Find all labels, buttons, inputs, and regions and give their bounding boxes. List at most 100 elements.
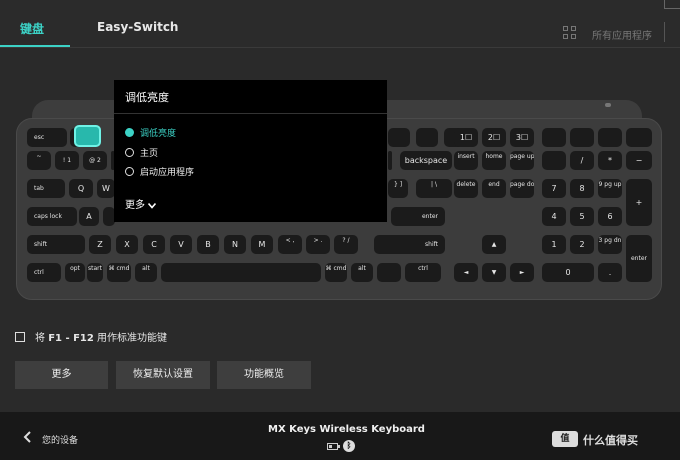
key-tab[interactable]: tab	[27, 179, 65, 198]
popup-option-home[interactable]: 主页	[125, 146, 158, 159]
radio-selected-icon	[125, 128, 134, 137]
key-arrow-up[interactable]: ▲	[482, 235, 506, 254]
key-arrow-down[interactable]: ▼	[482, 263, 506, 282]
key-c[interactable]: C	[143, 235, 165, 254]
key-volume-down[interactable]	[416, 128, 438, 147]
key-ctrl-left[interactable]: ctrl	[27, 263, 61, 282]
key-numpad-slash[interactable]: /	[570, 151, 594, 170]
key-numpad-plus[interactable]: +	[626, 179, 652, 226]
popup-divider	[114, 113, 387, 114]
app-selector[interactable]: 所有应用程序	[592, 27, 652, 42]
key-tilde[interactable]: ~	[27, 151, 51, 170]
key-numpad-minus[interactable]: −	[626, 151, 652, 170]
your-devices-link[interactable]: 您的设备	[42, 433, 78, 446]
key-numpad-7[interactable]: 7	[542, 179, 566, 198]
key-period[interactable]: > .	[306, 235, 330, 254]
key-caps-lock[interactable]: caps lock	[27, 207, 77, 226]
bluetooth-icon: ᛒ	[343, 440, 355, 452]
key-menu[interactable]	[598, 128, 622, 147]
key-numpad-enter[interactable]: enter	[626, 235, 652, 282]
key-numpad-1[interactable]: 1	[542, 235, 566, 254]
fn-keys-checkbox-row[interactable]: 将 F1 - F12 用作标准功能键	[15, 329, 167, 344]
key-easy-switch-2[interactable]: 2☐	[482, 128, 506, 147]
key-alt-right[interactable]: alt	[351, 263, 373, 282]
key-numpad-4[interactable]: 4	[542, 207, 566, 226]
popup-option-brightness-down[interactable]: 调低亮度	[125, 126, 176, 139]
key-alt-left[interactable]: alt	[135, 263, 157, 282]
radio-icon	[125, 148, 134, 157]
top-separator	[664, 22, 665, 42]
key-numpad-6[interactable]: 6	[598, 207, 622, 226]
key-delete[interactable]: delete	[454, 179, 478, 198]
key-insert[interactable]: insert	[454, 151, 478, 170]
popup-title: 调低亮度	[125, 91, 169, 104]
key-calculator[interactable]	[542, 128, 566, 147]
key-shift-left[interactable]: shift	[27, 235, 85, 254]
grid-icon[interactable]	[563, 26, 577, 40]
key-backspace[interactable]: backspace	[400, 151, 452, 170]
key-slash[interactable]: ? /	[334, 235, 358, 254]
window-corner	[664, 0, 680, 9]
key-screenshot[interactable]	[570, 128, 594, 147]
key-enter[interactable]: enter	[391, 207, 445, 226]
key-numpad-0[interactable]: 0	[542, 263, 594, 282]
key-page-down[interactable]: page down	[510, 179, 534, 198]
key-easy-switch-1[interactable]: 1☐	[454, 128, 478, 147]
key-numpad-5[interactable]: 5	[570, 207, 594, 226]
top-divider	[0, 47, 680, 48]
key-n[interactable]: N	[224, 235, 246, 254]
key-m[interactable]: M	[251, 235, 273, 254]
tab-keyboard[interactable]: 键盘	[20, 20, 44, 37]
key-x[interactable]: X	[116, 235, 138, 254]
more-button[interactable]: 更多	[15, 361, 108, 389]
key-b[interactable]: B	[197, 235, 219, 254]
key-numpad-2[interactable]: 2	[570, 235, 594, 254]
key-numpad-8[interactable]: 8	[570, 179, 594, 198]
key-numpad-9[interactable]: 9 pg up	[598, 179, 622, 198]
key-bracket[interactable]: } ]	[388, 179, 408, 198]
key-esc[interactable]: esc	[27, 128, 67, 147]
key-arrow-right[interactable]: ►	[510, 263, 534, 282]
key-cmd-right[interactable]: ⌘ cmd	[325, 263, 347, 282]
key-w[interactable]: W	[97, 179, 115, 198]
key-num-lock[interactable]	[542, 151, 566, 170]
key-numpad-3[interactable]: 3 pg dn	[598, 235, 622, 254]
key-page-up[interactable]: page up	[510, 151, 534, 170]
key-numpad-dot[interactable]: .	[598, 263, 622, 282]
key-2[interactable]: @ 2	[83, 151, 107, 170]
popup-option-launch-app[interactable]: 启动应用程序	[125, 165, 194, 178]
key-arrow-left[interactable]: ◄	[454, 263, 478, 282]
key-f1-selected[interactable]	[74, 125, 101, 147]
key-start[interactable]: start	[87, 263, 103, 282]
chevron-left-icon[interactable]	[23, 431, 31, 443]
key-mute[interactable]	[388, 128, 410, 147]
key-cmd-left[interactable]: ⌘ cmd	[107, 263, 131, 282]
radio-icon	[125, 167, 134, 176]
key-a[interactable]: A	[79, 207, 99, 226]
feature-overview-button[interactable]: 功能概览	[217, 361, 311, 389]
key-row2-hidden[interactable]	[388, 151, 392, 170]
key-q[interactable]: Q	[69, 179, 93, 198]
key-opt-start[interactable]: opt	[65, 263, 85, 282]
key-easy-switch-3[interactable]: 3☐	[510, 128, 534, 147]
key-screen-lock[interactable]	[626, 128, 652, 147]
watermark: 什么值得买	[583, 434, 638, 447]
key-1[interactable]: ! 1	[55, 151, 79, 170]
key-z[interactable]: Z	[89, 235, 111, 254]
key-comma[interactable]: < ,	[278, 235, 302, 254]
restore-defaults-button[interactable]: 恢复默认设置	[116, 361, 210, 389]
tab-easy-switch[interactable]: Easy-Switch	[97, 20, 178, 34]
checkbox[interactable]	[15, 332, 25, 342]
key-numpad-star[interactable]: *	[598, 151, 622, 170]
key-home[interactable]: home	[482, 151, 506, 170]
key-backslash[interactable]: | \	[416, 179, 452, 198]
chevron-down-icon	[147, 202, 157, 209]
key-fn[interactable]	[377, 263, 401, 282]
keyboard-indicator-dot	[605, 103, 611, 107]
key-shift-right[interactable]: shift	[374, 235, 445, 254]
popup-more-toggle[interactable]: 更多	[125, 196, 157, 211]
key-v[interactable]: V	[170, 235, 192, 254]
key-end[interactable]: end	[482, 179, 506, 198]
key-space[interactable]	[161, 263, 321, 282]
key-ctrl-right[interactable]: ctrl	[405, 263, 441, 282]
